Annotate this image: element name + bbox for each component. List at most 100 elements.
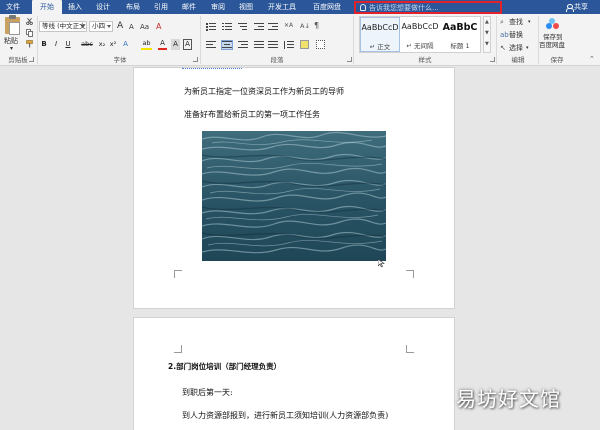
baidu-cloud-icon: [546, 18, 559, 30]
tab-mailings[interactable]: 邮件: [178, 0, 200, 14]
clipboard-launcher-icon[interactable]: [29, 57, 34, 62]
share-button[interactable]: 共享: [566, 0, 588, 14]
style-preview: AaBbCcD: [401, 22, 439, 31]
paragraph-launcher-icon[interactable]: [347, 57, 352, 62]
style-preview: AaBbCcD: [361, 23, 399, 32]
editing-group-label: 编辑: [511, 56, 525, 64]
justify-icon[interactable]: [254, 41, 264, 49]
replace-label: 替换: [509, 31, 523, 39]
bold-button[interactable]: B: [40, 39, 48, 50]
water-image[interactable]: [202, 131, 386, 261]
tell-me-placeholder: 告诉我您想要做什么...: [369, 3, 439, 12]
align-left-icon[interactable]: [206, 41, 216, 49]
highlight-button[interactable]: ab: [141, 39, 152, 50]
save-to-baidu-button[interactable]: 保存到 百度网盘: [539, 14, 573, 54]
scroll-up-icon[interactable]: ▲: [485, 19, 489, 25]
underline-button[interactable]: U: [64, 39, 72, 50]
tab-file[interactable]: 文件: [0, 0, 26, 14]
char-border-button[interactable]: A: [183, 39, 192, 50]
show-marks-icon[interactable]: ¶: [314, 21, 319, 31]
paste-button[interactable]: 粘贴 ▾: [0, 14, 26, 54]
change-case-button[interactable]: Aa: [140, 22, 149, 32]
doc-paragraph[interactable]: 到职后第一天:: [182, 387, 233, 398]
superscript-button[interactable]: x²: [108, 39, 118, 50]
tell-me-search[interactable]: 告诉我您想要做什么...: [354, 1, 502, 14]
document-page[interactable]: 为新员工指定一位资深员工作为新员工的导师 准备好布置给新员工的第一项工作任务: [133, 67, 455, 309]
font-name-combo[interactable]: 等线 (中文正文): [39, 21, 87, 32]
select-arrow-icon: ↖: [500, 44, 506, 52]
char-shading-button[interactable]: A: [171, 39, 180, 50]
style-name: ↵ 无间隔: [406, 42, 434, 50]
italic-button[interactable]: I: [52, 39, 60, 50]
style-preview: AaBbC: [442, 22, 478, 33]
group-divider: [496, 16, 497, 64]
tab-references[interactable]: 引用: [150, 0, 172, 14]
select-button[interactable]: ↖ 选择 ▾: [500, 43, 538, 54]
tab-developer[interactable]: 开发工具: [262, 0, 302, 14]
find-button[interactable]: ⌕ 查找 ▾: [500, 17, 538, 28]
tab-layout[interactable]: 布局: [122, 0, 144, 14]
tab-design[interactable]: 设计: [92, 0, 114, 14]
save-label-line1: 保存到: [543, 33, 563, 41]
font-color-button[interactable]: A: [158, 39, 167, 50]
group-divider: [200, 16, 201, 64]
share-label: 共享: [574, 3, 588, 11]
spellcheck-underline: [182, 68, 242, 70]
font-launcher-icon[interactable]: [193, 57, 198, 62]
shading-icon[interactable]: [300, 40, 309, 49]
styles-scroll[interactable]: ▲ ▼ ▼: [483, 16, 491, 53]
tab-insert[interactable]: 插入: [64, 0, 86, 14]
align-center-icon[interactable]: [221, 40, 233, 50]
numbering-icon[interactable]: [222, 23, 232, 31]
clear-formatting-button[interactable]: A: [156, 22, 161, 32]
group-divider: [37, 16, 38, 64]
tab-home[interactable]: 开始: [32, 0, 62, 14]
ribbon-home: 粘贴 ▾ 剪贴板 等线 (中文正文) 小四 A A Aa A B I U abc…: [0, 14, 600, 66]
more-styles-icon[interactable]: ▼: [485, 41, 489, 47]
tab-view[interactable]: 视图: [235, 0, 257, 14]
cut-icon[interactable]: [26, 18, 33, 25]
bullets-icon[interactable]: [206, 23, 216, 31]
paste-dropdown-icon: ▾: [10, 45, 14, 52]
tab-baidu-netdisk[interactable]: 百度网盘: [308, 0, 346, 14]
scroll-down-icon[interactable]: ▼: [485, 30, 489, 36]
format-painter-icon[interactable]: [26, 40, 33, 48]
strikethrough-button[interactable]: abc: [80, 39, 94, 50]
chevron-down-icon: [81, 25, 85, 28]
copy-icon[interactable]: [26, 29, 33, 37]
doc-heading[interactable]: 2.部门岗位培训（部门经理负责）: [168, 361, 281, 372]
chinese-layout-icon[interactable]: ✕A: [284, 21, 293, 31]
multilevel-list-icon[interactable]: [238, 23, 248, 31]
decrease-indent-icon[interactable]: [254, 23, 264, 31]
tab-review[interactable]: 审阅: [207, 0, 229, 14]
style-heading-1[interactable]: AaBbC 标题 1: [440, 17, 480, 52]
font-size-combo[interactable]: 小四: [89, 21, 113, 32]
shrink-font-button[interactable]: A: [129, 22, 134, 32]
replace-button[interactable]: ab 替换: [500, 30, 538, 41]
style-no-spacing[interactable]: AaBbCcD ↵ 无间隔: [400, 17, 440, 52]
ribbon-tab-bar: 文件 开始 插入 设计 布局 引用 邮件 审阅 视图 开发工具 百度网盘 告诉我…: [0, 0, 600, 14]
doc-paragraph[interactable]: 为新员工指定一位资深员工作为新员工的导师: [184, 86, 344, 97]
grow-font-button[interactable]: A: [117, 21, 123, 31]
collapse-ribbon-icon[interactable]: ⌃: [589, 54, 595, 64]
align-right-icon[interactable]: [238, 41, 248, 49]
chevron-down-icon: [107, 25, 111, 28]
style-name: 标题 1: [450, 42, 470, 50]
increase-indent-icon[interactable]: [268, 23, 278, 31]
clipboard-paste-icon: [5, 15, 20, 35]
chevron-down-icon: ▾: [526, 45, 529, 51]
document-area[interactable]: 为新员工指定一位资深员工作为新员工的导师 准备好布置给新员工的第一项工作任务 2…: [0, 67, 600, 430]
distributed-icon[interactable]: [268, 41, 278, 49]
line-spacing-icon[interactable]: [284, 41, 294, 49]
styles-launcher-icon[interactable]: [490, 57, 495, 62]
document-page[interactable]: 2.部门岗位培训（部门经理负责） 到职后第一天: 到人力资源部报到，进行新员工须…: [133, 317, 455, 430]
text-effects-button[interactable]: A: [121, 39, 130, 50]
doc-paragraph[interactable]: 到人力资源部报到，进行新员工须知培训(人力资源部负责): [182, 410, 388, 421]
style-normal[interactable]: AaBbCcD ↵ 正文: [360, 17, 400, 52]
styles-gallery: AaBbCcD ↵ 正文 AaBbCcD ↵ 无间隔 AaBbC 标题 1: [359, 16, 481, 53]
subscript-button[interactable]: x₂: [97, 39, 107, 50]
margin-corner-mark: [406, 345, 414, 353]
doc-paragraph[interactable]: 准备好布置给新员工的第一项工作任务: [184, 109, 320, 120]
borders-icon[interactable]: [316, 40, 325, 49]
sort-icon[interactable]: A↓: [300, 21, 310, 31]
